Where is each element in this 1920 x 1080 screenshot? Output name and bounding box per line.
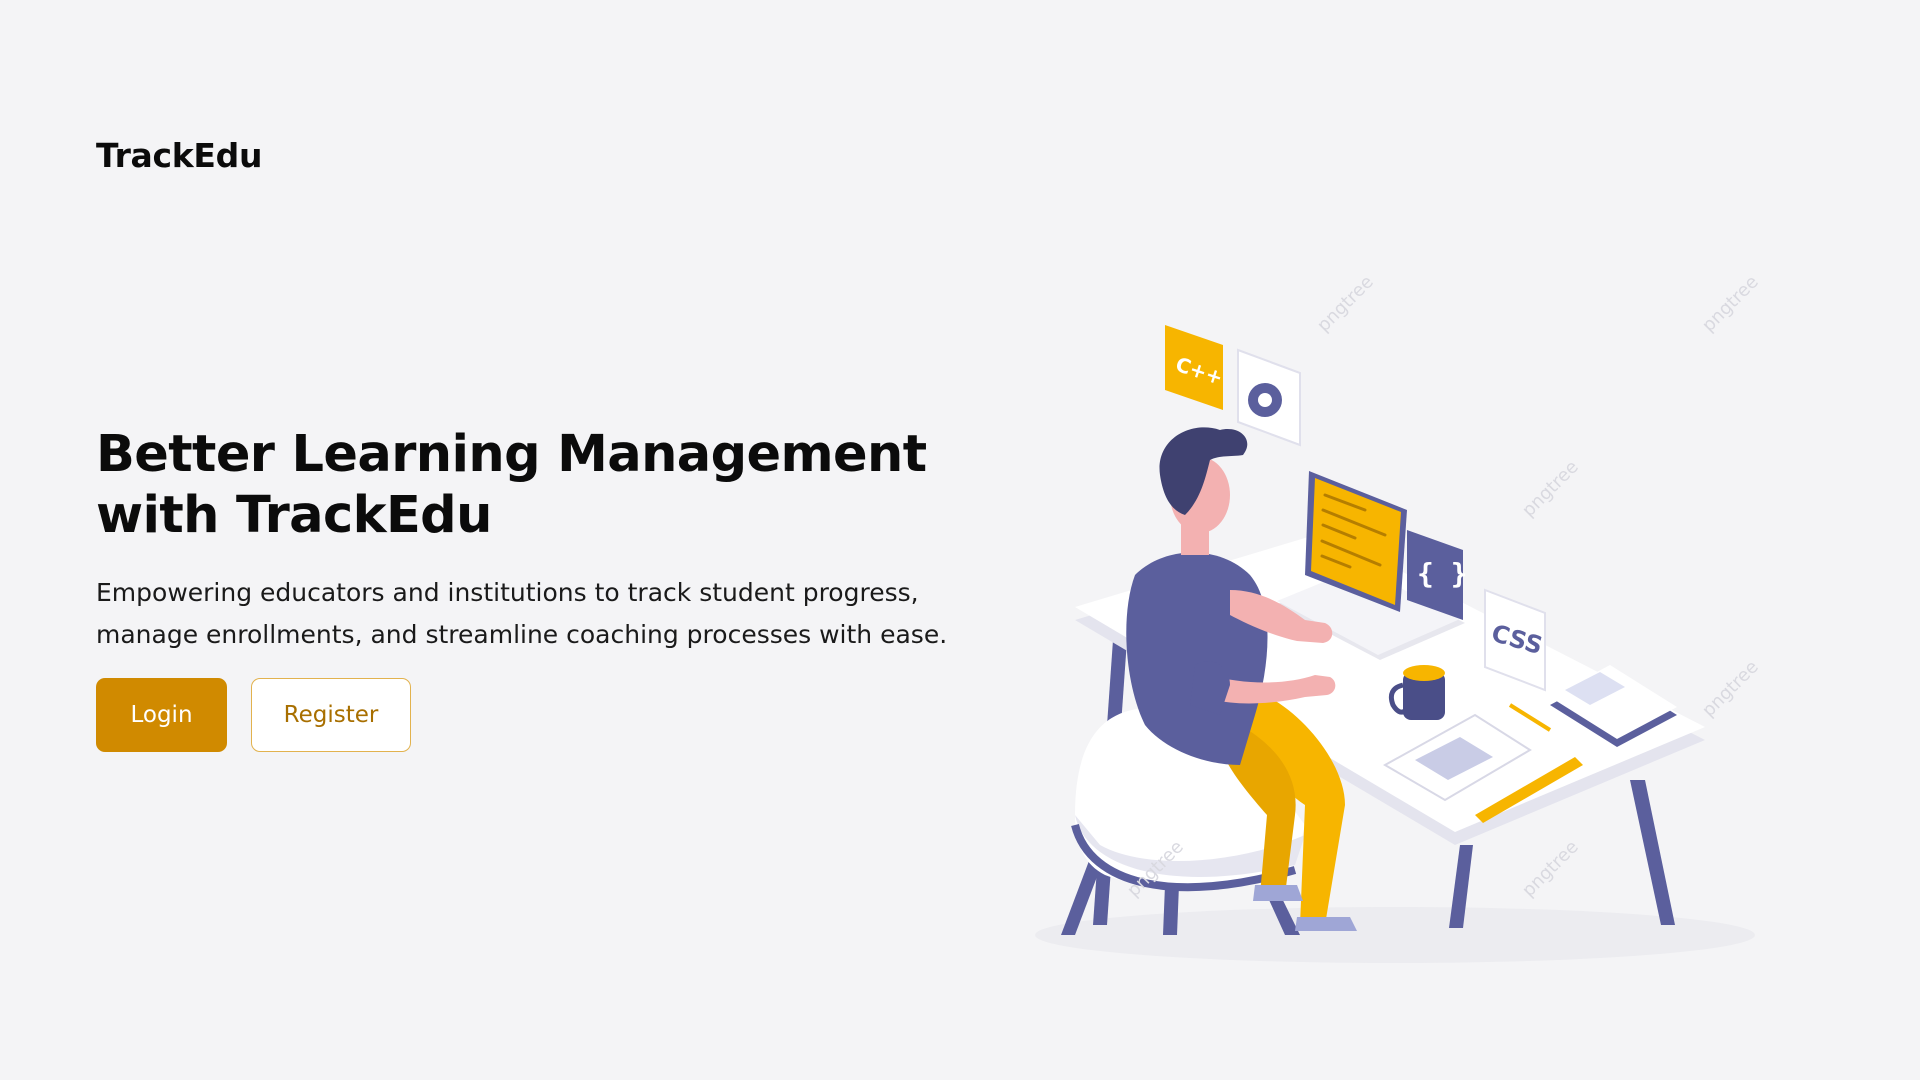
hero-description: Empowering educators and institutions to… [96, 572, 956, 656]
watermark-text: pngtree [1518, 837, 1583, 902]
gear-card [1237, 348, 1301, 447]
hero-actions: Login Register [96, 678, 956, 752]
landing-page: TrackEdu Better Learning Management with… [0, 0, 1920, 1080]
register-button[interactable]: Register [251, 678, 411, 752]
hero-title: Better Learning Management with TrackEdu [96, 424, 956, 546]
ground-shadow [1035, 907, 1755, 963]
watermark-text: pngtree [1313, 272, 1378, 337]
hero-section: Better Learning Management with TrackEdu… [96, 424, 956, 752]
hero-title-line1: Better Learning Management [96, 425, 927, 484]
cpp-tag: C++ [1165, 325, 1226, 410]
braces-icon: { } [1417, 557, 1468, 590]
hero-illustration: C++ { } CSS pngtree pngtree pngtree pngt… [1035, 272, 1763, 963]
hero-title-line2: with TrackEdu [96, 486, 492, 545]
watermark-text: pngtree [1698, 657, 1763, 722]
watermark-text: pngtree [1698, 272, 1763, 337]
login-button[interactable]: Login [96, 678, 227, 752]
brand-logo[interactable]: TrackEdu [96, 136, 263, 175]
hero-description-line1: Empowering educators and institutions to… [96, 578, 919, 607]
watermark-text: pngtree [1518, 457, 1583, 522]
hero-description-line2: manage enrollments, and streamline coach… [96, 620, 948, 649]
